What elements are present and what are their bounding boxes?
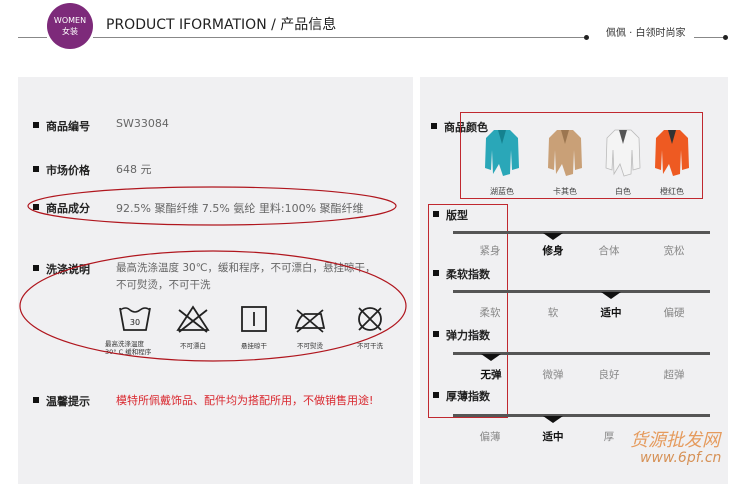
care-caption-wash-line1: 最高洗涤温度 bbox=[105, 340, 144, 348]
svg-text:30: 30 bbox=[130, 318, 140, 327]
jacket-blue-swatch[interactable] bbox=[483, 128, 521, 178]
elasticity-option: 微弹 bbox=[542, 369, 564, 381]
composition-value: 92.5% 聚酯纤维 7.5% 氨纶 里料:100% 聚酯纤维 bbox=[116, 202, 364, 215]
wash-30-icon: 30 bbox=[119, 307, 151, 331]
jacket-white-swatch[interactable] bbox=[604, 128, 642, 178]
elasticity-label: 弹力指数 bbox=[446, 329, 490, 342]
header-divider bbox=[18, 37, 47, 38]
fit-option: 合体 bbox=[598, 245, 620, 257]
softness-option-selected: 适中 bbox=[600, 307, 622, 319]
bullet bbox=[433, 211, 439, 217]
fit-marker bbox=[543, 233, 563, 240]
no-iron-icon bbox=[294, 309, 326, 333]
bullet bbox=[33, 265, 39, 271]
header-dot bbox=[584, 35, 589, 40]
bullet bbox=[433, 331, 439, 337]
composition-label: 商品成分 bbox=[46, 202, 90, 215]
code-value: SW33084 bbox=[116, 117, 169, 130]
brand-text: 佩佩 · 白领时尚家 bbox=[606, 28, 686, 39]
jacket-khaki-swatch[interactable] bbox=[546, 128, 584, 178]
thickness-option-selected: 适中 bbox=[542, 431, 564, 443]
elasticity-option: 超弹 bbox=[663, 369, 685, 381]
elasticity-option: 良好 bbox=[598, 369, 620, 381]
wash-label: 洗涤说明 bbox=[46, 263, 90, 276]
tip-label: 温馨提示 bbox=[46, 395, 90, 408]
info-panel bbox=[18, 77, 413, 484]
softness-label: 柔软指数 bbox=[446, 268, 490, 281]
elasticity-option-selected: 无弹 bbox=[480, 369, 502, 381]
softness-marker bbox=[601, 292, 621, 299]
care-caption-dryclean: 不可干洗 bbox=[357, 342, 383, 350]
care-caption-iron: 不可熨烫 bbox=[297, 342, 323, 350]
wash-line1: 最高洗涤温度 30℃，缓和程序，不可漂白，悬挂晾干， bbox=[116, 262, 376, 274]
no-dryclean-icon bbox=[358, 307, 382, 331]
page-title: PRODUCT IFORMATION / 产品信息 bbox=[106, 17, 337, 33]
bullet bbox=[33, 397, 39, 403]
tip-value: 模特所佩戴饰品、配件均为搭配所用，不做销售用途! bbox=[116, 394, 374, 407]
wash-line2: 不可熨烫，不可干洗 bbox=[116, 279, 211, 291]
softness-option: 柔软 bbox=[479, 307, 501, 319]
care-caption-wash: 最高洗涤温度 30° C 缓和程序 bbox=[105, 340, 151, 356]
code-label: 商品编号 bbox=[46, 120, 90, 133]
bullet bbox=[433, 270, 439, 276]
watermark-url: www.6pf.cn bbox=[640, 450, 722, 466]
swatch-caption: 卡其色 bbox=[553, 187, 577, 196]
women-badge: WOMEN 女装 bbox=[47, 3, 93, 49]
care-caption-wash-line2: 30° C 缓和程序 bbox=[105, 348, 152, 356]
bullet bbox=[431, 123, 437, 129]
swatch-caption: 湖蓝色 bbox=[490, 187, 514, 196]
softness-option: 偏硬 bbox=[663, 307, 685, 319]
price-value: 648 元 bbox=[116, 163, 152, 176]
fit-track bbox=[453, 231, 710, 234]
fit-label: 版型 bbox=[446, 209, 468, 222]
fit-option: 紧身 bbox=[479, 245, 501, 257]
no-bleach-icon bbox=[176, 305, 210, 333]
softness-track bbox=[453, 290, 710, 293]
badge-line1: WOMEN bbox=[53, 16, 87, 25]
price-label: 市场价格 bbox=[46, 164, 90, 177]
jacket-orange-swatch[interactable] bbox=[653, 128, 691, 178]
elasticity-marker bbox=[481, 354, 501, 361]
thickness-option: 厚 bbox=[603, 431, 615, 443]
header-dot bbox=[723, 35, 728, 40]
bullet bbox=[33, 204, 39, 210]
hang-dry-icon bbox=[241, 306, 267, 332]
care-caption-hang: 悬挂晾干 bbox=[241, 342, 267, 350]
header-divider bbox=[694, 37, 724, 38]
bullet bbox=[33, 166, 39, 172]
fit-option-selected: 修身 bbox=[542, 245, 564, 257]
bullet bbox=[433, 392, 439, 398]
badge-line2: 女装 bbox=[62, 27, 78, 36]
fit-option: 宽松 bbox=[663, 245, 685, 257]
bullet bbox=[33, 122, 39, 128]
thickness-marker bbox=[543, 416, 563, 423]
watermark-text: 货源批发网 bbox=[630, 430, 720, 451]
swatch-caption: 白色 bbox=[615, 187, 631, 196]
swatch-caption: 橙红色 bbox=[660, 187, 684, 196]
thickness-label: 厚薄指数 bbox=[446, 390, 490, 403]
care-caption-bleach: 不可漂白 bbox=[180, 342, 206, 350]
thickness-track bbox=[453, 414, 710, 417]
header-divider bbox=[93, 37, 586, 38]
softness-option: 软 bbox=[547, 307, 559, 319]
thickness-option: 偏薄 bbox=[479, 431, 501, 443]
